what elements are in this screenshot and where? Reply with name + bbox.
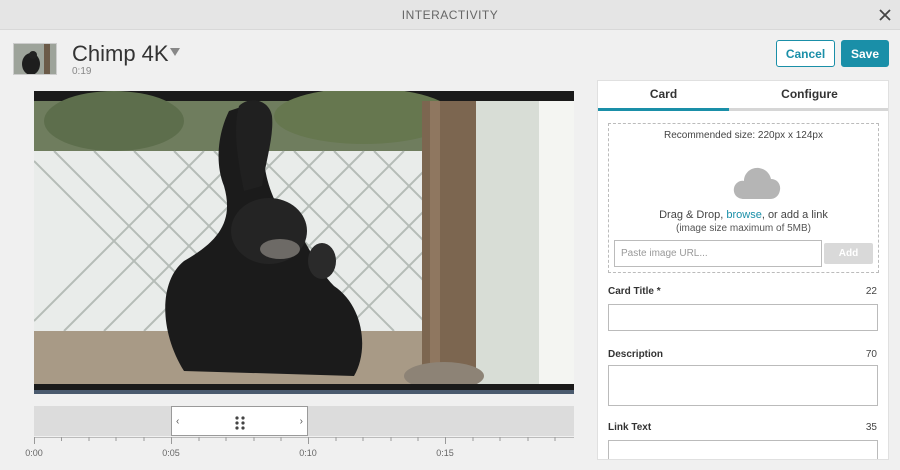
cancel-button[interactable]: Cancel [776, 40, 835, 67]
card-editor-panel: Card Configure Recommended size: 220px x… [597, 80, 889, 460]
panel-tabs: Card Configure [598, 81, 888, 111]
image-drop-zone[interactable]: Recommended size: 220px x 124px Drag & D… [608, 123, 879, 273]
save-button[interactable]: Save [841, 40, 889, 67]
timeline-tick-label: 0:10 [299, 448, 317, 458]
browse-link[interactable]: browse [726, 209, 761, 221]
timeline-tick-label: 0:15 [436, 448, 454, 458]
window-title: INTERACTIVITY [401, 8, 499, 22]
description-char-count: 70 [865, 349, 877, 360]
timeline-ruler [34, 437, 574, 444]
add-url-button[interactable]: Add [824, 243, 873, 264]
cloud-upload-icon [733, 167, 781, 199]
image-url-input[interactable] [614, 240, 822, 267]
drag-drop-text: Drag & Drop, browse, or add a link [659, 209, 828, 221]
drag-grip-icon[interactable] [235, 416, 245, 430]
chevron-left-icon[interactable]: ‹ [176, 416, 179, 427]
window-titlebar: INTERACTIVITY [0, 0, 900, 30]
size-limit-text: (image size maximum of 5MB) [675, 223, 812, 234]
video-thumbnail [13, 43, 57, 75]
recommended-size-text: Recommended size: 220px x 124px [664, 130, 823, 141]
card-title-input[interactable] [608, 304, 878, 331]
link-text-label: Link Text [608, 422, 652, 433]
close-icon[interactable] [876, 6, 894, 24]
timeline-track[interactable]: ‹ › [34, 406, 574, 436]
video-preview[interactable] [34, 91, 574, 394]
description-textarea[interactable] [608, 365, 878, 406]
chevron-right-icon[interactable]: › [300, 416, 303, 427]
link-text-input[interactable] [608, 440, 878, 459]
link-text-char-count: 35 [865, 422, 877, 433]
tab-card[interactable]: Card [598, 81, 729, 111]
tab-configure[interactable]: Configure [729, 81, 888, 111]
timeline-tick-label: 0:05 [162, 448, 180, 458]
caret-down-icon[interactable] [170, 48, 180, 56]
video-duration: 0:19 [72, 66, 92, 77]
video-title: Chimp 4K [72, 41, 169, 66]
card-title-char-count: 22 [865, 286, 877, 297]
description-label: Description [608, 349, 664, 360]
timeline-selection-handle[interactable]: ‹ › [171, 406, 308, 436]
card-title-label: Card Title * [608, 286, 661, 297]
timeline-tick-label: 0:00 [25, 448, 43, 458]
